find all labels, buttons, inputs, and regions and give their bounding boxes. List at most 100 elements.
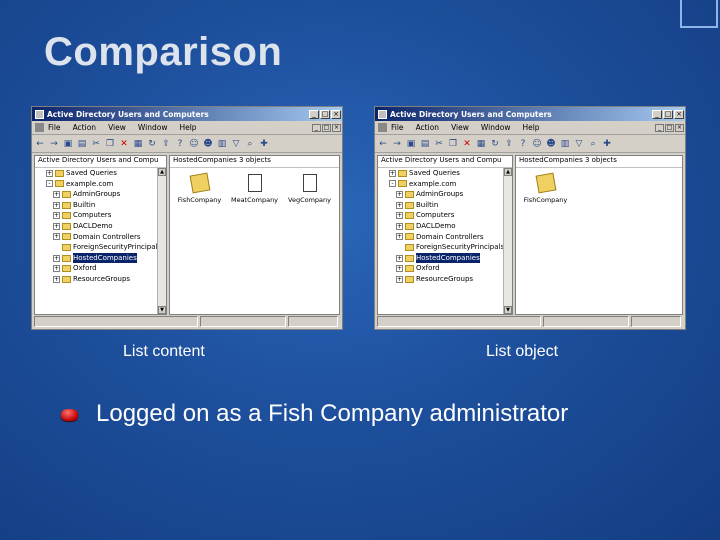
help-icon[interactable]: ? — [175, 139, 185, 149]
tree-expander-icon[interactable]: + — [53, 233, 60, 241]
menu-help[interactable]: Help — [179, 123, 196, 132]
window-titlebar[interactable]: Active Directory Users and Computers _ □… — [32, 107, 342, 121]
minimize-button[interactable]: _ — [309, 109, 319, 119]
tree-expander-icon[interactable]: + — [396, 254, 403, 262]
delete-icon[interactable]: ✕ — [119, 139, 129, 149]
menu-file[interactable]: File — [48, 123, 61, 132]
find-icon[interactable]: ⌕ — [245, 139, 255, 149]
tree-expander-icon[interactable]: + — [396, 212, 403, 220]
show-tree-icon[interactable]: ▤ — [77, 139, 87, 149]
show-tree-icon[interactable]: ▤ — [420, 139, 430, 149]
tree-expander-icon[interactable]: + — [396, 190, 403, 198]
scroll-up-icon[interactable]: ▲ — [504, 168, 512, 176]
tree-header[interactable]: Active Directory Users and Compu — [35, 156, 166, 168]
tree-expander-icon[interactable]: + — [46, 169, 53, 177]
close-button[interactable]: × — [674, 109, 684, 119]
refresh-icon[interactable]: ↻ — [147, 139, 157, 149]
delete-icon[interactable]: ✕ — [462, 139, 472, 149]
up-folder-icon[interactable]: ▣ — [406, 139, 416, 149]
tree-expander-icon[interactable]: + — [396, 233, 403, 241]
up-folder-icon[interactable]: ▣ — [63, 139, 73, 149]
menu-view[interactable]: View — [451, 123, 469, 132]
tree-node[interactable]: + AdminGroups — [35, 189, 166, 200]
add-to-group-icon[interactable]: ✚ — [259, 139, 269, 149]
tree-node[interactable]: - example.com — [378, 179, 512, 190]
properties-icon[interactable]: ▦ — [476, 139, 486, 149]
tree-node[interactable]: + Saved Queries — [378, 168, 512, 179]
tree-node[interactable]: + HostedCompanies — [378, 252, 512, 264]
tree-node[interactable]: - example.com — [35, 179, 166, 190]
tree-node[interactable]: + Builtin — [35, 200, 166, 211]
forward-icon[interactable]: → — [49, 139, 59, 149]
child-minimize-button[interactable]: _ — [312, 123, 321, 132]
new-group-icon[interactable]: ☻ — [546, 139, 556, 149]
filter-icon[interactable]: ▽ — [574, 139, 584, 149]
menu-window[interactable]: Window — [481, 123, 511, 132]
child-restore-button[interactable]: □ — [322, 123, 331, 132]
tree-node[interactable]: + Computers — [378, 210, 512, 221]
refresh-icon[interactable]: ↻ — [490, 139, 500, 149]
tree-expander-icon[interactable]: + — [53, 265, 60, 273]
new-ou-icon[interactable]: ▥ — [217, 139, 227, 149]
new-ou-icon[interactable]: ▥ — [560, 139, 570, 149]
menu-action[interactable]: Action — [416, 123, 440, 132]
tree-expander-icon[interactable]: + — [53, 222, 60, 230]
tree-node[interactable]: + Domain Controllers — [35, 232, 166, 243]
tree-header[interactable]: Active Directory Users and Compu — [378, 156, 512, 168]
tree-node[interactable]: + Oxford — [378, 263, 512, 274]
tree-expander-icon[interactable]: + — [53, 201, 60, 209]
tree-node[interactable]: + HostedCompanies — [35, 252, 166, 264]
tree-node[interactable]: + Builtin — [378, 200, 512, 211]
tree-node[interactable]: + DACLDemo — [378, 221, 512, 232]
tree-scrollbar[interactable]: ▲ ▼ — [157, 168, 166, 314]
tree-node[interactable]: ForeignSecurityPrincipals — [35, 242, 166, 253]
scroll-down-icon[interactable]: ▼ — [158, 306, 166, 314]
tree-node[interactable]: + ResourceGroups — [378, 274, 512, 285]
tree-node[interactable]: + DACLDemo — [35, 221, 166, 232]
list-item[interactable]: VegCompany — [282, 174, 337, 204]
menu-file[interactable]: File — [391, 123, 404, 132]
cut-icon[interactable]: ✂ — [434, 139, 444, 149]
child-close-button[interactable]: × — [332, 123, 341, 132]
cut-icon[interactable]: ✂ — [91, 139, 101, 149]
tree-expander-icon[interactable]: + — [389, 169, 396, 177]
menu-help[interactable]: Help — [522, 123, 539, 132]
menu-window[interactable]: Window — [138, 123, 168, 132]
maximize-button[interactable]: □ — [320, 109, 330, 119]
tree-expander-icon[interactable]: - — [46, 180, 53, 188]
new-user-icon[interactable]: ☺ — [532, 139, 542, 149]
list-item[interactable]: MeatCompany — [227, 174, 282, 204]
list-item[interactable]: FishCompany — [172, 172, 227, 204]
menu-view[interactable]: View — [108, 123, 126, 132]
tree-node[interactable]: + ResourceGroups — [35, 274, 166, 285]
tree-expander-icon[interactable]: + — [396, 201, 403, 209]
back-icon[interactable]: ← — [378, 139, 388, 149]
new-group-icon[interactable]: ☻ — [203, 139, 213, 149]
tree-expander-icon[interactable]: + — [396, 222, 403, 230]
tree-node[interactable]: + Computers — [35, 210, 166, 221]
tree-expander-icon[interactable]: - — [389, 180, 396, 188]
menu-action[interactable]: Action — [73, 123, 97, 132]
scroll-up-icon[interactable]: ▲ — [158, 168, 166, 176]
tree-scrollbar[interactable]: ▲ ▼ — [503, 168, 512, 314]
child-restore-button[interactable]: □ — [665, 123, 674, 132]
scroll-down-icon[interactable]: ▼ — [504, 306, 512, 314]
tree-node[interactable]: + Saved Queries — [35, 168, 166, 179]
window-titlebar[interactable]: Active Directory Users and Computers _ □… — [375, 107, 685, 121]
back-icon[interactable]: ← — [35, 139, 45, 149]
copy-icon[interactable]: ❐ — [105, 139, 115, 149]
new-user-icon[interactable]: ☺ — [189, 139, 199, 149]
properties-icon[interactable]: ▦ — [133, 139, 143, 149]
export-icon[interactable]: ⇪ — [161, 139, 171, 149]
forward-icon[interactable]: → — [392, 139, 402, 149]
tree-node[interactable]: + Oxford — [35, 263, 166, 274]
minimize-button[interactable]: _ — [652, 109, 662, 119]
find-icon[interactable]: ⌕ — [588, 139, 598, 149]
tree-node[interactable]: ForeignSecurityPrincipals — [378, 242, 512, 253]
tree-expander-icon[interactable]: + — [396, 275, 403, 283]
tree-node[interactable]: + Domain Controllers — [378, 232, 512, 243]
filter-icon[interactable]: ▽ — [231, 139, 241, 149]
tree-expander-icon[interactable]: + — [53, 275, 60, 283]
child-close-button[interactable]: × — [675, 123, 684, 132]
help-icon[interactable]: ? — [518, 139, 528, 149]
